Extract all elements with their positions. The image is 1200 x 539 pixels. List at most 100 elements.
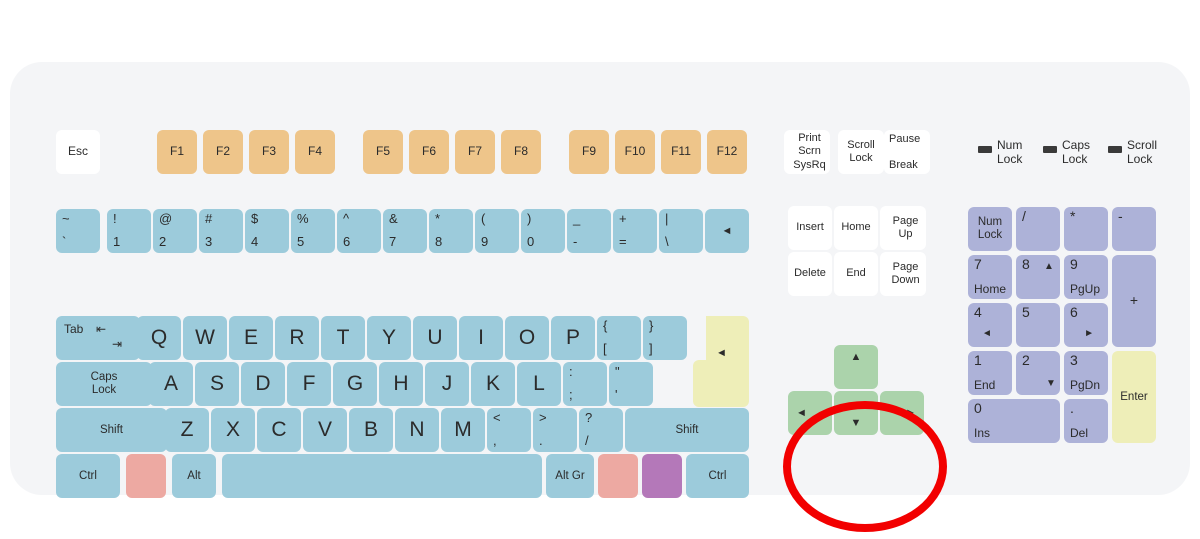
key-numpad-6[interactable]: 6 ► <box>1064 303 1108 347</box>
key-arrow-right[interactable]: ► <box>880 391 924 435</box>
key-enter[interactable]: ◄ <box>693 316 749 407</box>
key-g[interactable]: G <box>333 362 377 406</box>
key-numpad-7[interactable]: 7 Home <box>968 255 1012 299</box>
key-numpad-5[interactable]: 5 <box>1016 303 1060 347</box>
key-5[interactable]: % 5 <box>291 209 335 253</box>
key-slash[interactable]: ? / <box>579 408 623 452</box>
key-period[interactable]: > . <box>533 408 577 452</box>
key-numpad-decimal[interactable]: . Del <box>1064 399 1108 443</box>
key-alt-left[interactable]: Alt <box>172 454 216 498</box>
key-3[interactable]: # 3 <box>199 209 243 253</box>
key-arrow-up[interactable]: ▲ <box>834 345 878 389</box>
key-numpad-enter[interactable]: Enter <box>1112 351 1156 443</box>
key-e[interactable]: E <box>229 316 273 360</box>
key-6[interactable]: ^ 6 <box>337 209 381 253</box>
key-f6[interactable]: F6 <box>409 130 449 174</box>
key-x[interactable]: X <box>211 408 255 452</box>
key-numpad-3[interactable]: 3 PgDn <box>1064 351 1108 395</box>
key-pause-break[interactable]: Pause Break <box>884 130 930 174</box>
key-win-left[interactable] <box>126 454 166 498</box>
key-c[interactable]: C <box>257 408 301 452</box>
key-z[interactable]: Z <box>165 408 209 452</box>
key-f7[interactable]: F7 <box>455 130 495 174</box>
key-numpad-subtract[interactable]: - <box>1112 207 1156 251</box>
key-backtick[interactable]: ~ ` <box>56 209 100 253</box>
key-f2[interactable]: F2 <box>203 130 243 174</box>
key-escape[interactable]: Esc <box>56 130 100 174</box>
key-win-right[interactable] <box>598 454 638 498</box>
key-num-lock[interactable]: Num Lock <box>968 207 1012 251</box>
key-f[interactable]: F <box>287 362 331 406</box>
key-alt-gr[interactable]: Alt Gr <box>546 454 594 498</box>
key-numpad-8[interactable]: 8 ▲ <box>1016 255 1060 299</box>
key-f9[interactable]: F9 <box>569 130 609 174</box>
key-numpad-multiply[interactable]: * <box>1064 207 1108 251</box>
key-s[interactable]: S <box>195 362 239 406</box>
key-m[interactable]: M <box>441 408 485 452</box>
key-f1[interactable]: F1 <box>157 130 197 174</box>
key-delete[interactable]: Delete <box>788 252 832 296</box>
key-semicolon[interactable]: : ; <box>563 362 607 406</box>
key-b[interactable]: B <box>349 408 393 452</box>
key-ctrl-right[interactable]: Ctrl <box>686 454 749 498</box>
key-arrow-left[interactable]: ◄ <box>788 391 832 435</box>
key-arrow-down[interactable]: ▼ <box>834 391 878 435</box>
key-home[interactable]: Home <box>834 206 878 250</box>
key-f11[interactable]: F11 <box>661 130 701 174</box>
key-scroll-lock[interactable]: Scroll Lock <box>838 130 884 174</box>
key-numpad-4[interactable]: 4 ◄ <box>968 303 1012 347</box>
key-insert[interactable]: Insert <box>788 206 832 250</box>
key-9[interactable]: ( 9 <box>475 209 519 253</box>
key-v[interactable]: V <box>303 408 347 452</box>
key-f4[interactable]: F4 <box>295 130 335 174</box>
key-o[interactable]: O <box>505 316 549 360</box>
key-tab[interactable]: Tab ⇤ ⇥ <box>56 316 140 360</box>
key-l[interactable]: L <box>517 362 561 406</box>
key-shift-right[interactable]: Shift <box>625 408 749 452</box>
key-j[interactable]: J <box>425 362 469 406</box>
key-4[interactable]: $ 4 <box>245 209 289 253</box>
key-backslash[interactable]: | \ <box>659 209 703 253</box>
key-k[interactable]: K <box>471 362 515 406</box>
key-ctrl-left[interactable]: Ctrl <box>56 454 120 498</box>
key-numpad-0[interactable]: 0 Ins <box>968 399 1060 443</box>
key-space[interactable] <box>222 454 542 498</box>
key-8[interactable]: * 8 <box>429 209 473 253</box>
key-numpad-1[interactable]: 1 End <box>968 351 1012 395</box>
key-u[interactable]: U <box>413 316 457 360</box>
key-equals[interactable]: + = <box>613 209 657 253</box>
key-bracket-left[interactable]: { [ <box>597 316 641 360</box>
key-i[interactable]: I <box>459 316 503 360</box>
key-comma[interactable]: < , <box>487 408 531 452</box>
key-quote[interactable]: " ' <box>609 362 653 406</box>
key-page-down[interactable]: Page Down <box>880 252 926 296</box>
key-q[interactable]: Q <box>137 316 181 360</box>
key-shift-left[interactable]: Shift <box>56 408 167 452</box>
key-menu[interactable] <box>642 454 682 498</box>
key-h[interactable]: H <box>379 362 423 406</box>
key-w[interactable]: W <box>183 316 227 360</box>
key-f5[interactable]: F5 <box>363 130 403 174</box>
key-7[interactable]: & 7 <box>383 209 427 253</box>
key-f10[interactable]: F10 <box>615 130 655 174</box>
key-y[interactable]: Y <box>367 316 411 360</box>
key-bracket-right[interactable]: } ] <box>643 316 687 360</box>
key-p[interactable]: P <box>551 316 595 360</box>
key-f3[interactable]: F3 <box>249 130 289 174</box>
key-f12[interactable]: F12 <box>707 130 747 174</box>
key-n[interactable]: N <box>395 408 439 452</box>
key-1[interactable]: ! 1 <box>107 209 151 253</box>
key-numpad-2[interactable]: 2 ▼ <box>1016 351 1060 395</box>
key-numpad-9[interactable]: 9 PgUp <box>1064 255 1108 299</box>
key-numpad-add[interactable]: + <box>1112 255 1156 347</box>
key-caps-lock[interactable]: Caps Lock <box>56 362 152 406</box>
key-t[interactable]: T <box>321 316 365 360</box>
key-minus[interactable]: _ - <box>567 209 611 253</box>
key-backspace[interactable]: ◄ <box>705 209 749 253</box>
key-d[interactable]: D <box>241 362 285 406</box>
key-print-screen[interactable]: Print Scrn SysRq <box>784 130 830 174</box>
key-numpad-divide[interactable]: / <box>1016 207 1060 251</box>
key-2[interactable]: @ 2 <box>153 209 197 253</box>
key-page-up[interactable]: Page Up <box>880 206 926 250</box>
key-a[interactable]: A <box>149 362 193 406</box>
